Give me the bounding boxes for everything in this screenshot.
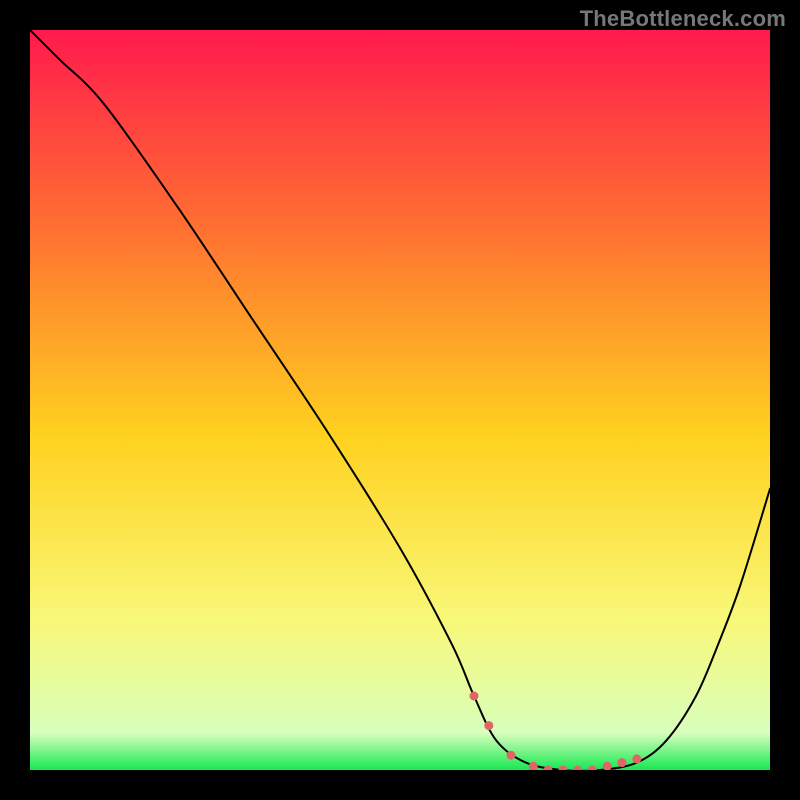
valley-marker	[618, 758, 627, 767]
valley-marker	[507, 751, 516, 760]
watermark-text: TheBottleneck.com	[580, 6, 786, 32]
valley-marker	[484, 721, 493, 730]
valley-marker	[632, 754, 641, 763]
chart-frame: TheBottleneck.com	[0, 0, 800, 800]
gradient-background	[30, 30, 770, 770]
valley-marker	[470, 692, 479, 701]
plot-area	[30, 30, 770, 770]
plot-svg	[30, 30, 770, 770]
